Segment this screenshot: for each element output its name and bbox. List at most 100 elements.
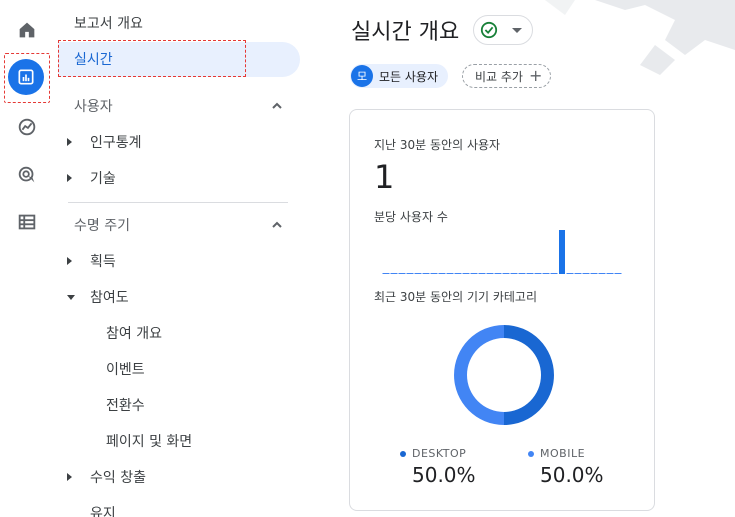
configure-icon[interactable] (11, 206, 43, 238)
per-minute-label: 분당 사용자 수 (374, 210, 448, 224)
nav-label: 획득 (90, 254, 116, 270)
caret-right-icon (67, 138, 72, 146)
status-dropdown[interactable] (473, 15, 533, 45)
segment-badge: 모 (351, 65, 373, 87)
bar-minute-11 (462, 273, 470, 274)
bar-minute-14 (486, 273, 494, 274)
bar-minute-8 (438, 273, 446, 274)
donut-slice-mobile (454, 325, 504, 425)
nav-label: 전환수 (106, 398, 145, 414)
bar-minute-26 (582, 273, 590, 274)
section-lifecycle[interactable]: 수명 주기 (54, 207, 300, 243)
nav-label: 기술 (90, 171, 116, 187)
check-circle-icon (480, 21, 498, 39)
bar-minute-7 (430, 273, 438, 274)
chevron-up-icon (272, 221, 282, 228)
nav-conversions[interactable]: 전환수 (54, 387, 300, 423)
nav-label: 보고서 개요 (74, 16, 143, 32)
legend-dot-mobile (528, 450, 534, 457)
nav-realtime[interactable]: 실시간 (54, 41, 300, 77)
bar-minute-27 (590, 273, 598, 274)
legend-mobile: MOBILE (528, 447, 585, 460)
home-icon[interactable] (11, 14, 43, 46)
plus-icon: + (528, 66, 543, 85)
nav-engagement[interactable]: 참여도 (54, 279, 300, 315)
nav-demographics[interactable]: 인구통계 (54, 124, 300, 160)
bar-minute-24 (566, 273, 574, 274)
users-label: 지난 30분 동안의 사용자 (374, 138, 501, 152)
bar-minute-17 (510, 273, 518, 274)
nav-label: 수익 창출 (90, 470, 146, 486)
donut-slice-desktop (504, 325, 554, 425)
nav-divider (68, 202, 288, 203)
nav-pages-screens[interactable]: 페이지 및 화면 (54, 423, 300, 459)
nav-label: 참여도 (90, 290, 129, 306)
advertising-icon[interactable] (11, 159, 43, 191)
nav-engagement-overview[interactable]: 참여 개요 (54, 315, 300, 351)
legend-label: DESKTOP (412, 447, 467, 460)
bar-minute-22 (550, 273, 558, 274)
nav-label: 유지 (90, 506, 116, 517)
bar-minute-28 (598, 273, 606, 274)
desktop-value: 50.0% (412, 463, 476, 487)
bar-minute-2 (390, 273, 398, 274)
bar-minute-23 (559, 230, 565, 274)
bar-minute-9 (446, 273, 454, 274)
bar-minute-1 (382, 273, 390, 274)
bar-minute-13 (478, 273, 486, 274)
caret-right-icon (67, 174, 72, 182)
per-minute-chart (382, 230, 622, 274)
left-rail (0, 0, 54, 517)
mobile-value: 50.0% (540, 463, 604, 487)
bar-minute-5 (414, 273, 422, 274)
add-comparison-button[interactable]: 비교 추가 + (462, 64, 552, 88)
device-donut-chart (454, 325, 554, 425)
nav-reports-overview[interactable]: 보고서 개요 (54, 5, 300, 41)
section-label: 수명 주기 (74, 218, 130, 234)
segment-chip[interactable]: 모 모든 사용자 (350, 64, 449, 88)
caret-right-icon (67, 257, 72, 265)
realtime-card: 지난 30분 동안의 사용자 1 분당 사용자 수 최근 30분 동안의 기기 … (349, 109, 655, 511)
reports-icon[interactable] (8, 59, 44, 95)
nav-label: 인구통계 (90, 135, 142, 151)
nav-events[interactable]: 이벤트 (54, 351, 300, 387)
legend-label: MOBILE (540, 447, 586, 460)
legend-dot-desktop (400, 450, 406, 457)
bar-minute-3 (398, 273, 406, 274)
section-label: 사용자 (74, 99, 113, 115)
legend-desktop: DESKTOP (400, 447, 466, 460)
nav-label: 실시간 (74, 52, 113, 68)
bar-minute-29 (606, 273, 614, 274)
bar-minute-30 (614, 273, 622, 274)
nav-tech[interactable]: 기술 (54, 160, 300, 196)
users-value: 1 (374, 158, 395, 196)
bar-minute-18 (518, 273, 526, 274)
main-content: 실시간 개요 모 모든 사용자 비교 추가 + 지난 30분 동안의 사용자 1… (306, 0, 735, 517)
reports-nav: 보고서 개요 실시간 사용자 인구통계 기술 수명 주기 획득 참여도 참여 개… (54, 0, 306, 517)
page-title: 실시간 개요 (351, 20, 460, 45)
explore-icon[interactable] (11, 111, 43, 143)
nav-acquisition[interactable]: 획득 (54, 243, 300, 279)
dropdown-arrow-icon (512, 28, 522, 33)
bar-minute-4 (406, 273, 414, 274)
nav-label: 페이지 및 화면 (106, 434, 193, 450)
nav-monetization[interactable]: 수익 창출 (54, 459, 300, 495)
caret-right-icon (67, 473, 72, 481)
chevron-up-icon (272, 102, 282, 109)
bar-minute-12 (470, 273, 478, 274)
bar-minute-25 (574, 273, 582, 274)
bar-minute-6 (422, 273, 430, 274)
nav-retention[interactable]: 유지 (54, 495, 300, 517)
caret-down-icon (67, 294, 75, 300)
add-comparison-label: 비교 추가 (475, 69, 523, 84)
nav-label: 참여 개요 (106, 326, 162, 342)
section-user[interactable]: 사용자 (54, 88, 300, 124)
bar-minute-10 (454, 273, 462, 274)
nav-label: 이벤트 (106, 362, 145, 378)
device-label: 최근 30분 동안의 기기 카테고리 (374, 290, 538, 304)
bar-minute-15 (494, 273, 502, 274)
map-background (545, 0, 735, 75)
segment-label: 모든 사용자 (379, 69, 439, 84)
bar-minute-20 (534, 273, 542, 274)
bar-minute-16 (502, 273, 510, 274)
